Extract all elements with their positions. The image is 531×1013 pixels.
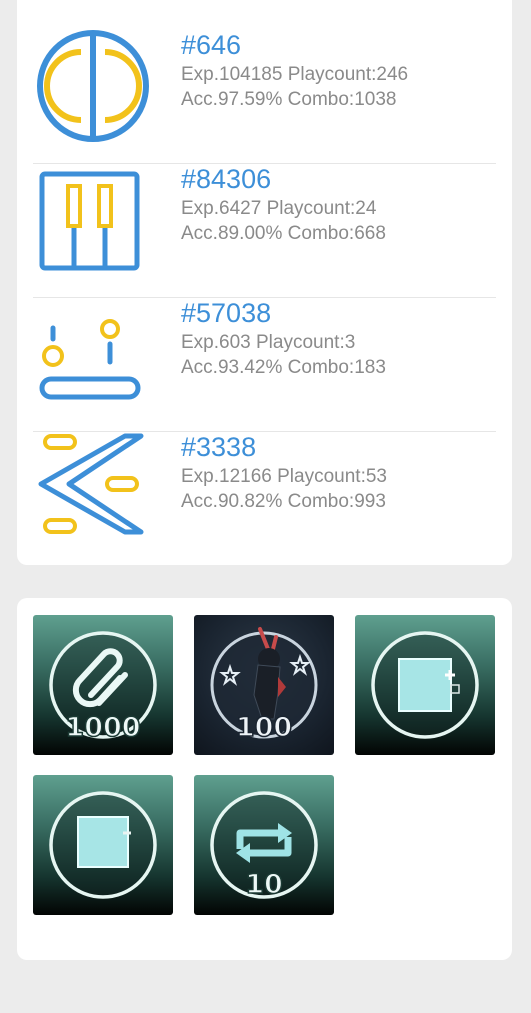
medal-count: 10 [245,869,283,900]
mode-rank: #646 [181,30,242,60]
medal[interactable]: 1000 [33,615,173,755]
medal-count: 100 [236,712,292,743]
medal[interactable]: 10 [194,775,334,915]
key-mode-icon [37,30,149,142]
medal[interactable] [355,615,495,755]
mode-row[interactable]: #84306 Exp.6427 Playcount:24 Acc.89.00% … [33,164,496,298]
mode-row[interactable]: #3338 Exp.12166 Playcount:53 Acc.90.82% … [33,432,496,565]
repeat-icon: 10 [210,791,318,901]
medal[interactable]: 100 [194,615,334,755]
mode-exp-playcount: Exp.12166 Playcount:53 [181,466,387,487]
paperclip-icon: 1000 [49,631,157,744]
mode-row[interactable]: #57038 Exp.603 Playcount:3 Acc.93.42% Co… [33,298,496,432]
piano-mode-icon [39,171,140,271]
mode-rank: #57038 [181,298,272,328]
medals-card: 1000 100 10 [17,598,512,960]
mode-rank: #84306 [181,164,272,194]
catch-mode-icon [39,319,141,400]
character-icon: 100 [210,627,318,744]
mode-acc-combo: Acc.90.82% Combo:993 [181,491,386,512]
mode-exp-playcount: Exp.104185 Playcount:246 [181,64,409,85]
block-icon [49,791,157,899]
mode-acc-combo: Acc.93.42% Combo:183 [181,357,386,378]
medal[interactable] [33,775,173,915]
mode-acc-combo: Acc.97.59% Combo:1038 [181,89,397,110]
mode-rank: #3338 [181,432,257,462]
slide-mode-icon [38,433,144,535]
mode-acc-combo: Acc.89.00% Combo:668 [181,223,386,244]
medal-count: 1000 [65,712,140,743]
mode-stats-card: #646 Exp.104185 Playcount:246 Acc.97.59%… [17,0,512,565]
puzzle-block-icon [371,631,479,739]
mode-row[interactable]: #646 Exp.104185 Playcount:246 Acc.97.59%… [33,30,496,164]
mode-exp-playcount: Exp.6427 Playcount:24 [181,198,377,219]
mode-exp-playcount: Exp.603 Playcount:3 [181,332,356,353]
